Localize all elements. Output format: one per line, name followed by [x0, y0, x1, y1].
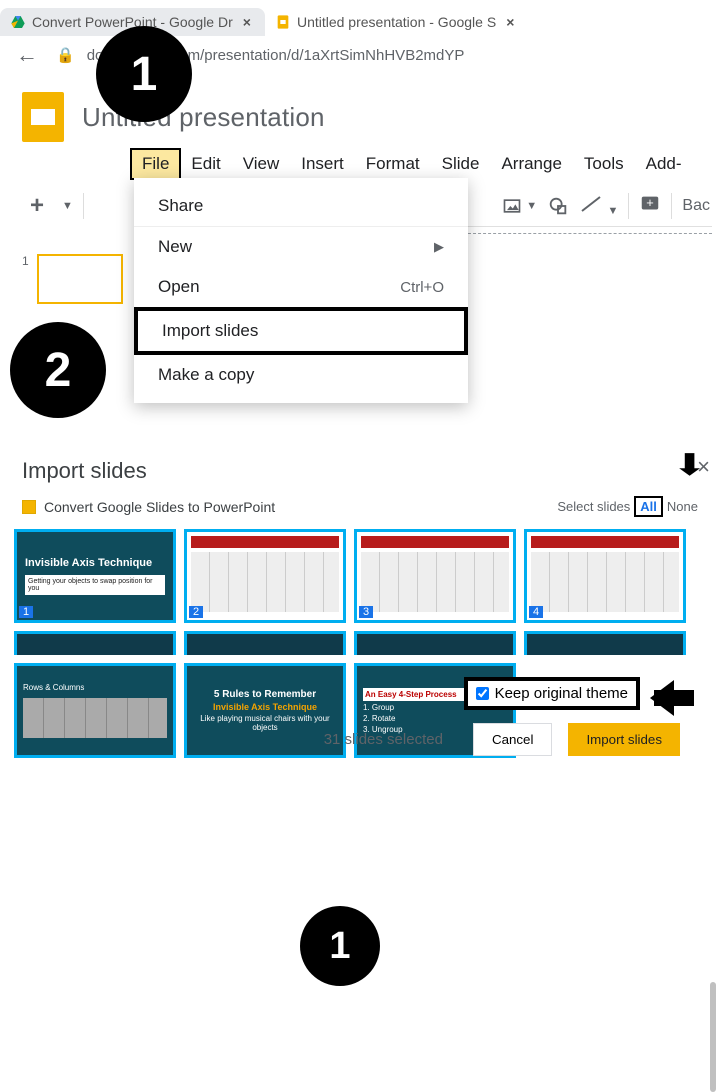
- select-all-link[interactable]: All: [634, 496, 663, 517]
- menu-label: Make a copy: [158, 365, 254, 385]
- menu-format[interactable]: Format: [356, 150, 430, 178]
- select-none-link[interactable]: None: [667, 499, 698, 514]
- selected-count: 31 slides selected: [324, 731, 443, 748]
- slide-thumb-partial[interactable]: [184, 631, 346, 655]
- annotation-arrow-down-icon: ⬇: [672, 448, 707, 483]
- browser-tab-slides[interactable]: Untitled presentation - Google S ×: [265, 8, 528, 36]
- slide-subtitle: Getting your objects to swap position fo…: [25, 575, 165, 595]
- tab-close-icon[interactable]: ×: [239, 14, 255, 30]
- source-label: Convert Google Slides to PowerPoint: [44, 499, 275, 515]
- slide-index: 1: [19, 606, 33, 618]
- keep-original-theme-checkbox[interactable]: Keep original theme: [464, 677, 640, 710]
- slide-title: Rows & Columns: [23, 683, 167, 692]
- select-slides-controls: Select slides All None: [557, 496, 698, 517]
- checkbox-label: Keep original theme: [495, 685, 628, 702]
- slide-thumbnail[interactable]: [37, 254, 123, 304]
- slide-thumbnail-panel: 1: [22, 254, 124, 309]
- slide-index: 2: [189, 606, 203, 618]
- ruler: [468, 226, 712, 246]
- chevron-down-icon: ▼: [526, 200, 537, 212]
- menu-label: Open: [158, 277, 200, 297]
- select-slides-label: Select slides: [557, 499, 630, 514]
- slide-thumb-partial[interactable]: [14, 631, 176, 655]
- divider: [671, 193, 672, 219]
- menu-label: Share: [158, 196, 203, 216]
- slide-index: 4: [529, 606, 543, 618]
- menu-item-open[interactable]: Open Ctrl+O: [134, 267, 468, 307]
- chevron-down-icon[interactable]: ▼: [62, 200, 73, 212]
- slide-thumb-3[interactable]: 3: [354, 529, 516, 623]
- browser-tab-strip: Convert PowerPoint - Google Dr × Untitle…: [0, 0, 720, 36]
- slide-line: 2. Rotate: [363, 714, 507, 723]
- slide-thumb-1[interactable]: Invisible Axis Technique Getting your ob…: [14, 529, 176, 623]
- menu-slide[interactable]: Slide: [432, 150, 490, 178]
- slide-subtitle: Invisible Axis Technique: [193, 702, 337, 712]
- menu-file[interactable]: File: [132, 150, 179, 178]
- tab-label: Untitled presentation - Google S: [297, 14, 496, 30]
- menu-edit[interactable]: Edit: [181, 150, 230, 178]
- menu-tools[interactable]: Tools: [574, 150, 634, 178]
- submenu-arrow-icon: ▶: [434, 239, 444, 255]
- menu-item-import-slides[interactable]: Import slides: [134, 307, 468, 355]
- drive-icon: [10, 14, 26, 30]
- slide-thumb-4[interactable]: 4: [524, 529, 686, 623]
- tab-close-icon[interactable]: ×: [502, 14, 518, 30]
- menu-label: New: [158, 237, 192, 257]
- checkbox-input[interactable]: [476, 687, 489, 700]
- lock-icon: 🔒: [56, 46, 75, 64]
- import-slides-dialog: Import slides × ⬇ 1 Convert Google Slide…: [0, 446, 720, 764]
- slide-title: 5 Rules to Remember: [193, 689, 337, 700]
- keyboard-shortcut: Ctrl+O: [400, 279, 444, 296]
- annotation-step-1b: 1: [300, 906, 380, 986]
- slide-index: 3: [359, 606, 373, 618]
- slide-thumb-2[interactable]: 2: [184, 529, 346, 623]
- menu-addons[interactable]: Add-: [636, 150, 692, 178]
- comment-button[interactable]: +: [639, 193, 661, 220]
- slide-number: 1: [22, 254, 29, 268]
- file-dropdown-menu: Share New ▶ Open Ctrl+O Import slides Ma…: [134, 178, 468, 403]
- menu-label: Import slides: [162, 321, 258, 341]
- shape-menu-button[interactable]: [547, 195, 569, 217]
- slide-thumb-partial[interactable]: [524, 631, 686, 655]
- image-menu-button[interactable]: ▼: [502, 196, 537, 216]
- back-icon[interactable]: ←: [10, 42, 44, 68]
- slide-thumb-partial[interactable]: [354, 631, 516, 655]
- annotation-step-2: 2: [10, 322, 106, 418]
- import-slides-button[interactable]: Import slides: [568, 723, 680, 756]
- slide-grid-partial: [0, 629, 720, 657]
- slides-file-icon: [22, 500, 36, 514]
- slide-grid: Invisible Axis Technique Getting your ob…: [0, 523, 720, 629]
- scrollbar[interactable]: [710, 982, 716, 1092]
- dialog-title: Import slides: [0, 446, 720, 490]
- new-slide-button[interactable]: +: [22, 192, 52, 220]
- cancel-button[interactable]: Cancel: [473, 723, 553, 756]
- menu-bar: File Edit View Insert Format Slide Arran…: [0, 150, 720, 178]
- background-label[interactable]: Bac: [682, 197, 710, 215]
- menu-insert[interactable]: Insert: [291, 150, 354, 178]
- line-tool-button[interactable]: ▼: [579, 194, 618, 219]
- slide-title: Invisible Axis Technique: [25, 557, 165, 569]
- source-presentation-title: Convert Google Slides to PowerPoint: [22, 499, 275, 515]
- menu-item-share[interactable]: Share: [134, 186, 468, 227]
- divider: [628, 193, 629, 219]
- annotation-arrow-left-icon: [654, 682, 714, 714]
- slides-icon: [275, 14, 291, 30]
- menu-item-make-copy[interactable]: Make a copy: [134, 355, 468, 395]
- chevron-down-icon: ▼: [608, 205, 619, 217]
- divider: [83, 193, 84, 219]
- dialog-footer: 31 slides selected Cancel Import slides: [0, 723, 720, 756]
- annotation-step-1: 1: [96, 26, 192, 122]
- menu-item-new[interactable]: New ▶: [134, 227, 468, 267]
- menu-view[interactable]: View: [233, 150, 290, 178]
- menu-arrange[interactable]: Arrange: [491, 150, 571, 178]
- slides-app-icon[interactable]: [22, 92, 64, 142]
- source-row: Convert Google Slides to PowerPoint Sele…: [0, 490, 720, 523]
- svg-text:+: +: [647, 194, 655, 209]
